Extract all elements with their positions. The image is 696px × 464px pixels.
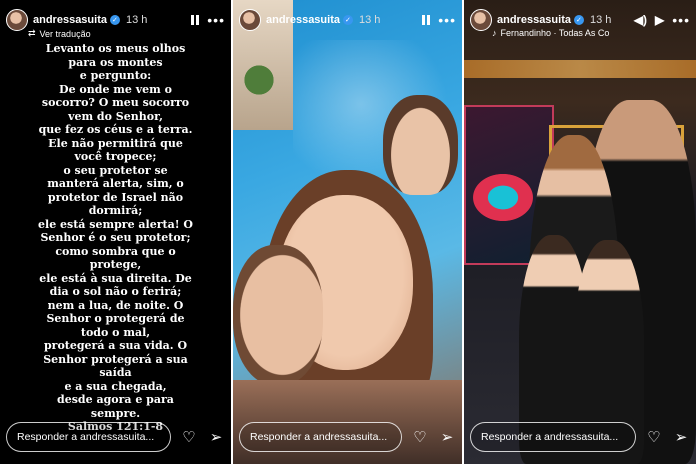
translate-icon: ⇄ bbox=[28, 28, 36, 38]
photo-boy-left bbox=[233, 245, 323, 385]
verified-icon: ✓ bbox=[573, 15, 584, 25]
avatar[interactable] bbox=[470, 9, 492, 31]
timestamp: 13 h bbox=[358, 14, 381, 26]
timestamp: 13 h bbox=[589, 14, 612, 26]
timestamp: 13 h bbox=[125, 14, 148, 26]
story-panel-family-photo: andressasuita ✓ 13 h ◀) ▶ ••• ♪ Fernandi… bbox=[464, 0, 696, 464]
music-label: Fernandinho · Todas As Co bbox=[500, 28, 610, 38]
translate-link[interactable]: ⇄ Ver tradução bbox=[28, 28, 91, 39]
verified-icon: ✓ bbox=[109, 15, 120, 25]
heart-icon[interactable]: ♡ bbox=[411, 428, 429, 446]
pause-icon[interactable] bbox=[191, 15, 200, 25]
more-icon[interactable]: ••• bbox=[207, 12, 225, 28]
reply-input[interactable]: Responder a andressasuita... bbox=[6, 422, 171, 452]
music-icon: ♪ bbox=[492, 28, 497, 38]
username[interactable]: andressasuita bbox=[266, 14, 340, 26]
volume-icon[interactable]: ◀) bbox=[634, 13, 647, 27]
heart-icon[interactable]: ♡ bbox=[645, 428, 663, 446]
story-panel-text: andressasuita ✓ 13 h ••• ⇄ Ver tradução … bbox=[0, 0, 231, 464]
username[interactable]: andressasuita bbox=[33, 14, 107, 26]
play-icon[interactable]: ▶ bbox=[655, 13, 664, 27]
username[interactable]: andressasuita bbox=[497, 14, 571, 26]
photo-boy-right bbox=[383, 95, 458, 195]
heart-icon[interactable]: ♡ bbox=[180, 428, 198, 446]
avatar[interactable] bbox=[239, 9, 261, 31]
more-icon[interactable]: ••• bbox=[672, 12, 690, 28]
photo-palm bbox=[239, 50, 279, 110]
send-icon[interactable]: ➢ bbox=[438, 428, 456, 446]
translate-label: Ver tradução bbox=[39, 28, 91, 39]
send-icon[interactable]: ➢ bbox=[207, 428, 225, 446]
reply-input[interactable]: Responder a andressasuita... bbox=[470, 422, 636, 452]
story-text: Levanto os meus olhos para os montes e p… bbox=[38, 42, 193, 433]
story-header: andressasuita ✓ 13 h ••• bbox=[233, 0, 462, 40]
send-icon[interactable]: ➢ bbox=[672, 428, 690, 446]
verified-icon: ✓ bbox=[342, 15, 353, 25]
photo-ceiling-lights bbox=[464, 60, 696, 78]
pause-icon[interactable] bbox=[422, 15, 431, 25]
music-link[interactable]: ♪ Fernandinho · Todas As Co bbox=[492, 28, 609, 38]
story-footer: Responder a andressasuita... ♡ ➢ bbox=[464, 420, 696, 454]
more-icon[interactable]: ••• bbox=[438, 12, 456, 28]
avatar[interactable] bbox=[6, 9, 28, 31]
story-footer: Responder a andressasuita... ♡ ➢ bbox=[233, 420, 462, 454]
story-panel-pool-photo: andressasuita ✓ 13 h ••• Responder a and… bbox=[233, 0, 462, 464]
story-footer: Responder a andressasuita... ♡ ➢ bbox=[0, 420, 231, 454]
reply-input[interactable]: Responder a andressasuita... bbox=[239, 422, 402, 452]
